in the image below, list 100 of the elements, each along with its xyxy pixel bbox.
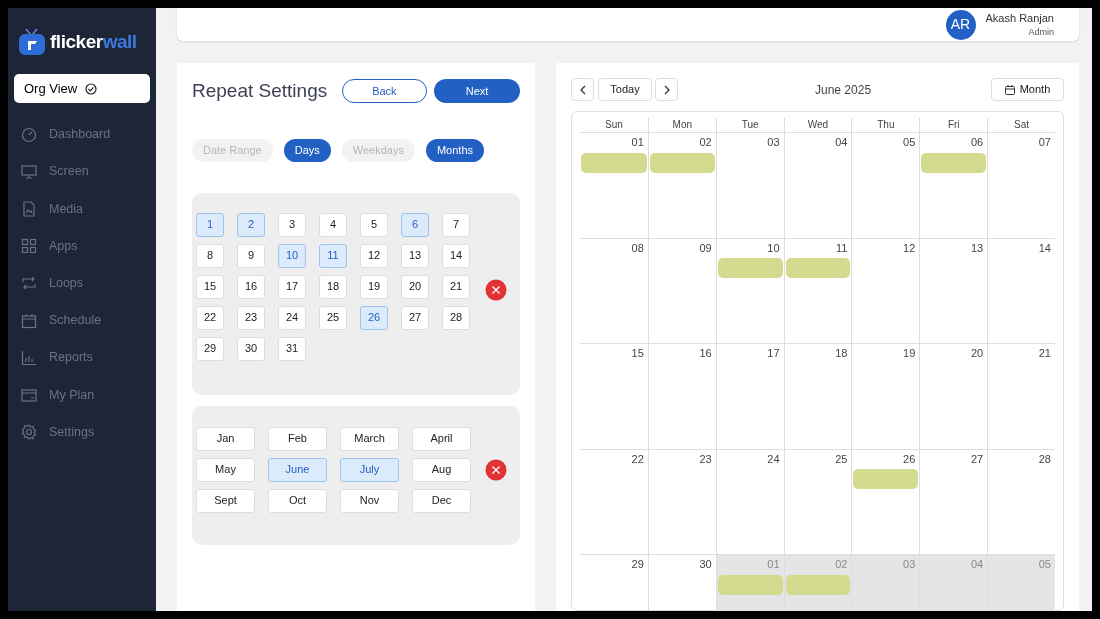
calendar-day[interactable]: 01 bbox=[580, 133, 648, 238]
day-chip[interactable]: 27 bbox=[401, 305, 429, 330]
month-chip[interactable]: April bbox=[412, 426, 471, 451]
day-number: 17 bbox=[767, 346, 781, 361]
day-chip[interactable]: 22 bbox=[196, 305, 224, 330]
calendar-day[interactable]: 08 bbox=[580, 238, 648, 343]
month-chip[interactable]: Dec bbox=[412, 488, 471, 513]
calendar-day[interactable]: 05 bbox=[851, 133, 920, 238]
day-chip[interactable]: 17 bbox=[278, 274, 306, 299]
day-chip[interactable]: 31 bbox=[278, 336, 306, 361]
day-chip[interactable]: 20 bbox=[401, 274, 429, 299]
day-chip[interactable]: 29 bbox=[196, 336, 224, 361]
calendar-day[interactable]: 27 bbox=[919, 449, 988, 554]
month-chip[interactable]: Aug bbox=[412, 457, 471, 482]
day-chip[interactable]: 2 bbox=[237, 212, 265, 237]
today-button[interactable]: Today bbox=[598, 78, 652, 101]
month-chip[interactable]: Sept bbox=[196, 488, 255, 513]
calendar-day[interactable]: 14 bbox=[987, 238, 1055, 343]
day-chip[interactable]: 12 bbox=[360, 243, 388, 268]
day-chip[interactable]: 11 bbox=[319, 243, 347, 268]
day-chip[interactable]: 26 bbox=[360, 305, 388, 330]
day-chip[interactable]: 14 bbox=[442, 243, 470, 268]
event-bar[interactable] bbox=[785, 574, 851, 595]
calendar-day[interactable]: 29 bbox=[580, 555, 648, 611]
month-chip[interactable]: July bbox=[340, 457, 399, 482]
day-chip[interactable]: 4 bbox=[319, 212, 347, 237]
calendar-day[interactable]: 11 bbox=[783, 238, 852, 343]
weekday-header: Mon bbox=[647, 118, 716, 132]
calendar-day[interactable]: 10 bbox=[715, 238, 784, 343]
calendar-day[interactable]: 23 bbox=[647, 449, 716, 554]
calendar-day[interactable]: 20 bbox=[919, 344, 988, 449]
day-chip[interactable]: 23 bbox=[237, 305, 265, 330]
calendar-day[interactable]: 16 bbox=[647, 344, 716, 449]
mode-tab[interactable]: Months bbox=[425, 138, 484, 162]
event-bar[interactable] bbox=[921, 152, 987, 173]
day-chip[interactable]: 25 bbox=[319, 305, 347, 330]
day-chip[interactable]: 8 bbox=[196, 243, 224, 268]
day-chip[interactable]: 30 bbox=[237, 336, 265, 361]
calendar-day[interactable]: 25 bbox=[783, 449, 852, 554]
calendar-day[interactable]: 04 bbox=[783, 133, 852, 238]
calendar-day[interactable]: 19 bbox=[851, 344, 920, 449]
day-number: 13 bbox=[970, 240, 985, 256]
calendar-day[interactable]: 13 bbox=[919, 238, 988, 343]
previous-button[interactable] bbox=[571, 78, 594, 101]
month-chip[interactable]: March bbox=[340, 426, 399, 451]
event-bar[interactable] bbox=[649, 152, 715, 173]
month-chip[interactable]: Jan bbox=[196, 426, 255, 451]
day-chip[interactable]: 19 bbox=[360, 274, 388, 299]
month-view-button[interactable]: Month bbox=[991, 78, 1064, 101]
weekday-header: Tue bbox=[715, 118, 784, 132]
calendar-day[interactable]: 09 bbox=[647, 238, 716, 343]
calendar-day[interactable]: 28 bbox=[987, 449, 1055, 554]
calendar-icon bbox=[1004, 84, 1015, 95]
next-month-button[interactable] bbox=[655, 78, 678, 101]
day-number: 23 bbox=[699, 451, 713, 467]
mode-tab[interactable]: Days bbox=[283, 138, 331, 162]
day-chip[interactable]: 6 bbox=[401, 212, 429, 237]
event-bar[interactable] bbox=[785, 258, 851, 278]
calendar-day[interactable]: 02 bbox=[647, 133, 716, 238]
calendar-day[interactable]: 03 bbox=[715, 133, 784, 238]
day-chip[interactable]: 1 bbox=[196, 212, 224, 237]
calendar-day[interactable]: 18 bbox=[783, 344, 852, 449]
calendar-day[interactable]: 21 bbox=[987, 344, 1055, 449]
month-chip[interactable]: Feb bbox=[268, 426, 327, 451]
month-chip[interactable]: May bbox=[196, 457, 255, 482]
clear-months-icon[interactable] bbox=[485, 458, 507, 481]
day-chip[interactable]: 13 bbox=[401, 243, 429, 268]
next-button[interactable]: Next bbox=[434, 79, 520, 104]
event-bar[interactable] bbox=[717, 574, 783, 595]
calendar-day[interactable]: 07 bbox=[987, 133, 1055, 238]
event-bar[interactable] bbox=[717, 258, 783, 278]
month-chip[interactable]: June bbox=[268, 457, 327, 482]
day-chip[interactable]: 18 bbox=[319, 274, 347, 299]
event-bar[interactable] bbox=[853, 469, 919, 489]
calendar-day[interactable]: 06 bbox=[919, 133, 988, 238]
day-chip[interactable]: 15 bbox=[196, 274, 224, 299]
month-chip[interactable]: Nov bbox=[340, 488, 399, 513]
day-chip[interactable]: 24 bbox=[278, 305, 306, 330]
calendar-day[interactable]: 17 bbox=[715, 344, 784, 449]
day-chip[interactable]: 7 bbox=[442, 212, 470, 237]
day-chip[interactable]: 16 bbox=[237, 274, 265, 299]
calendar-day[interactable]: 15 bbox=[580, 344, 648, 449]
calendar-day[interactable]: 26 bbox=[851, 449, 920, 554]
calendar-day[interactable]: 24 bbox=[715, 449, 784, 554]
month-chip[interactable]: Oct bbox=[268, 488, 327, 513]
calendar-day[interactable]: 22 bbox=[580, 449, 648, 554]
calendar-day[interactable]: 30 bbox=[647, 555, 716, 611]
day-chip[interactable]: 28 bbox=[442, 305, 470, 330]
calendar-day[interactable]: 12 bbox=[851, 238, 920, 343]
event-bar[interactable] bbox=[581, 152, 647, 173]
day-chip[interactable]: 3 bbox=[278, 212, 306, 237]
org-view-dropdown[interactable]: Org View bbox=[14, 74, 150, 103]
day-chip[interactable]: 5 bbox=[360, 212, 388, 237]
day-chip[interactable]: 21 bbox=[442, 274, 470, 299]
day-chip[interactable]: 10 bbox=[278, 243, 306, 268]
dashboard-icon bbox=[21, 126, 37, 143]
image-file-icon bbox=[21, 200, 37, 217]
day-chip[interactable]: 9 bbox=[237, 243, 265, 268]
weekday-header: Thu bbox=[851, 118, 920, 132]
clear-days-icon[interactable] bbox=[485, 278, 507, 301]
